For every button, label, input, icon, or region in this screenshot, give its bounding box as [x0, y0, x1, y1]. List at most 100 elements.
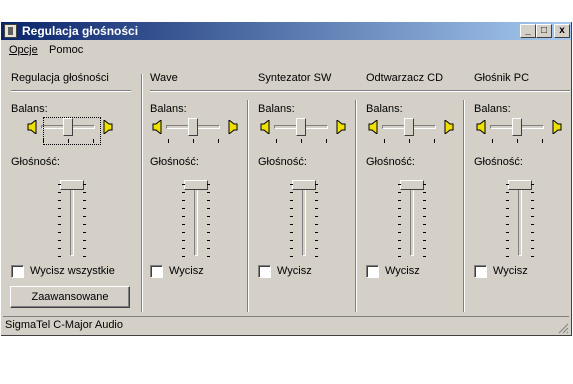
volume-tick [506, 216, 509, 217]
menu-help-label: Pomoc [49, 44, 84, 56]
volume-tick [182, 200, 185, 201]
volume-tick [58, 208, 61, 209]
checkbox-box[interactable] [11, 265, 24, 278]
mute-checkbox[interactable]: Wycisz [366, 265, 456, 279]
volume-tick [83, 216, 86, 217]
volume-tick [207, 184, 210, 185]
volume-tick [290, 216, 293, 217]
balance-slider[interactable] [366, 117, 466, 147]
volume-slider[interactable] [284, 180, 324, 260]
volume-thumb[interactable] [508, 180, 532, 190]
title-bar[interactable]: Regulacja głośności _ □ x [1, 22, 571, 40]
volume-tick [182, 256, 185, 257]
app-icon[interactable] [4, 24, 17, 38]
volume-tick [398, 256, 401, 257]
left-speaker-icon [27, 120, 37, 134]
volume-track [70, 180, 74, 256]
master-volume-label: Głośność: [11, 156, 60, 168]
volume-tick [207, 240, 210, 241]
volume-tick [423, 208, 426, 209]
volume-tick [58, 200, 61, 201]
balance-thumb[interactable] [296, 118, 306, 136]
advanced-button[interactable]: Zaawansowane [10, 286, 130, 308]
volume-tick [398, 208, 401, 209]
volume-tick [531, 248, 534, 249]
volume-tick [531, 256, 534, 257]
volume-tick [423, 224, 426, 225]
volume-tick [182, 192, 185, 193]
minimize-button[interactable]: _ [520, 24, 536, 38]
volume-tick [315, 240, 318, 241]
balance-thumb[interactable] [404, 118, 414, 136]
volume-tick [423, 248, 426, 249]
mute-all-checkbox[interactable]: Wycisz wszystkie [11, 265, 131, 279]
volume-tick [398, 248, 401, 249]
volume-tick [207, 256, 210, 257]
volume-tick [506, 208, 509, 209]
volume-tick [315, 256, 318, 257]
volume-tick [423, 192, 426, 193]
status-bar: SigmaTel C-Major Audio [3, 316, 569, 334]
balance-thumb[interactable] [512, 118, 522, 136]
volume-tick [207, 224, 210, 225]
volume-tick [315, 200, 318, 201]
volume-tick [506, 224, 509, 225]
channel-title-pcspeaker: Głośnik PC [474, 72, 530, 84]
right-speaker-icon [444, 120, 454, 134]
left-speaker-icon [368, 120, 378, 134]
volume-tick [506, 200, 509, 201]
balance-tick [218, 139, 219, 143]
balance-tick [409, 139, 410, 143]
volume-track [410, 180, 414, 256]
volume-slider[interactable] [176, 180, 216, 260]
mute-checkbox[interactable]: Wycisz [474, 265, 564, 279]
balance-slider[interactable] [474, 117, 573, 147]
volume-tick [290, 248, 293, 249]
balance-tick [326, 139, 327, 143]
left-speaker-icon [260, 120, 270, 134]
volume-tick [83, 256, 86, 257]
balance-thumb[interactable] [188, 118, 198, 136]
volume-tick [58, 248, 61, 249]
balance-slider[interactable] [258, 117, 358, 147]
volume-tick [423, 184, 426, 185]
volume-tick [531, 224, 534, 225]
volume-thumb[interactable] [400, 180, 424, 190]
balance-tick [517, 139, 518, 143]
volume-tick [290, 224, 293, 225]
volume-tick [207, 200, 210, 201]
device-name: SigmaTel C-Major Audio [5, 319, 123, 331]
resize-grip-icon[interactable] [557, 322, 569, 334]
balance-tick [276, 139, 277, 143]
volume-tick [182, 232, 185, 233]
checkbox-box[interactable] [474, 265, 487, 278]
volume-tick [531, 184, 534, 185]
checkbox-box[interactable] [150, 265, 163, 278]
mute-checkbox[interactable]: Wycisz [150, 265, 240, 279]
balance-slider[interactable] [150, 117, 250, 147]
volume-slider[interactable] [392, 180, 432, 260]
mute-checkbox[interactable]: Wycisz [258, 265, 348, 279]
column-separator [141, 74, 143, 312]
volume-tick [290, 200, 293, 201]
close-button[interactable]: x [554, 24, 570, 38]
volume-tick [58, 256, 61, 257]
volume-thumb[interactable] [184, 180, 208, 190]
master-volume-slider[interactable] [52, 180, 92, 260]
maximize-button[interactable]: □ [536, 24, 552, 38]
volume-tick [182, 240, 185, 241]
menu-help[interactable]: Pomoc [49, 41, 83, 60]
checkbox-box[interactable] [366, 265, 379, 278]
volume-thumb[interactable] [60, 180, 84, 190]
volume-tick [531, 216, 534, 217]
volume-label: Głośność: [150, 156, 199, 168]
checkbox-box[interactable] [258, 265, 271, 278]
volume-slider[interactable] [500, 180, 540, 260]
channel-title-wave: Wave [150, 72, 178, 84]
volume-thumb[interactable] [292, 180, 316, 190]
menu-options[interactable]: Opcje [9, 41, 38, 60]
balance-tick [492, 139, 493, 143]
volume-tick [58, 184, 61, 185]
volume-tick [58, 216, 61, 217]
volume-tick [423, 200, 426, 201]
